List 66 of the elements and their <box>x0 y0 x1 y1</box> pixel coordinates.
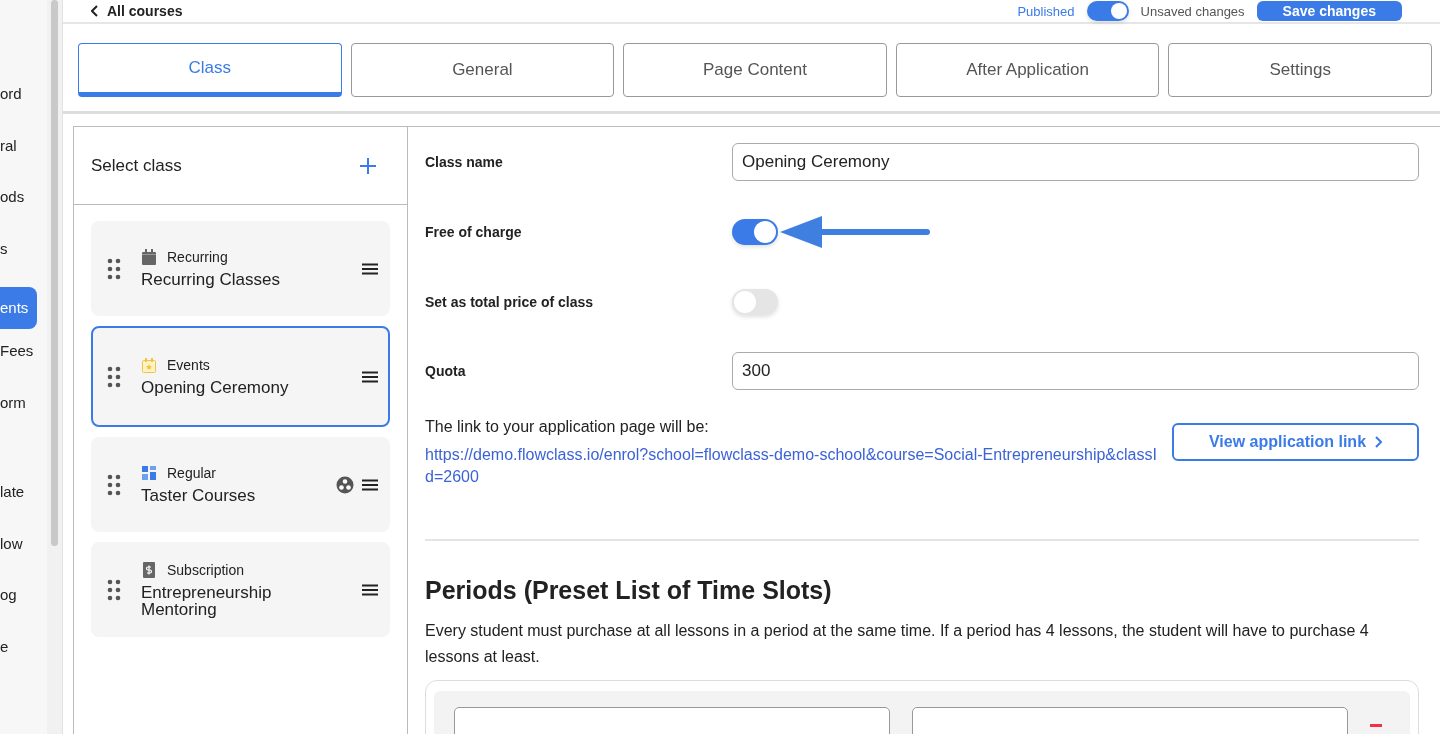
grid-icon <box>141 465 157 481</box>
sidebar-item[interactable]: Fees <box>0 337 47 389</box>
class-type: Regular <box>167 465 217 481</box>
menu-icon <box>362 583 378 596</box>
field-label: Class name <box>425 154 504 170</box>
sidebar-item[interactable]: late <box>0 478 47 530</box>
remove-icon[interactable] <box>1370 723 1382 727</box>
drag-handle-icon <box>107 473 121 496</box>
tab[interactable]: Page Content <box>623 43 887 97</box>
section-description: Every student must purchase at all lessons in a period at the same time. If a period has 4 lessons, the student will have to purchase 4 lessons at least. <box>425 621 1370 667</box>
view-link-button[interactable]: View application link <box>1172 423 1419 461</box>
drag-handle-icon <box>107 365 121 388</box>
menu-icon <box>362 478 378 491</box>
menu-icon <box>362 370 378 383</box>
drag-handle-icon <box>107 257 121 280</box>
sidebar-item[interactable]: ods <box>0 183 47 235</box>
save-button[interactable]: Save changes <box>1256 1 1402 21</box>
link-intro: The link to your application page will be: <box>425 418 710 436</box>
class-type: Recurring <box>167 249 228 265</box>
field-label: Quota <box>425 363 467 379</box>
application-url-link[interactable]: https://demo.flowclass.io/enrol?school=flowclass-demo-school&course=Social-Entrepreneurship&classId=2600 <box>425 444 1158 488</box>
tab[interactable]: After Application <box>895 43 1160 97</box>
text-field[interactable]: Opening Ceremony <box>732 143 1419 181</box>
class-card[interactable]: Subscription Entrepreneurship Mentoring <box>91 542 390 637</box>
class-type: Subscription <box>167 561 245 578</box>
date-field[interactable] <box>912 707 1348 734</box>
class-name: Taster Courses <box>141 487 257 504</box>
class-card[interactable]: Recurring Recurring Classes <box>91 221 390 316</box>
unsaved-status: Unsaved changes <box>1140 3 1245 19</box>
scrollbar[interactable] <box>51 0 58 546</box>
published-label: Published <box>1017 3 1075 19</box>
published-toggle[interactable] <box>1086 1 1129 21</box>
class-name: Recurring Classes <box>141 271 281 288</box>
sidebar-item[interactable]: s <box>0 234 47 286</box>
class-name: Opening Ceremony <box>141 379 290 396</box>
toggle-switch[interactable] <box>732 289 778 315</box>
sidebar-item[interactable]: e <box>0 632 47 684</box>
sidebar-item[interactable]: low <box>0 529 47 581</box>
calendar-icon <box>141 249 157 265</box>
sidebar-item[interactable]: ral <box>0 131 47 183</box>
tab[interactable]: General <box>350 43 615 97</box>
text-field[interactable]: 300 <box>732 352 1419 390</box>
plus-icon <box>359 156 377 175</box>
field-label: Free of charge <box>425 224 523 240</box>
back-link[interactable]: All courses <box>91 3 183 19</box>
date-field[interactable] <box>454 707 890 734</box>
receipt-icon <box>141 561 157 578</box>
tab[interactable]: Settings <box>1168 43 1432 97</box>
tab[interactable]: Class <box>78 43 342 97</box>
chevron-right-icon <box>1374 436 1383 448</box>
class-name: Entrepreneurship Mentoring <box>141 583 273 618</box>
menu-icon <box>362 262 378 275</box>
sidebar-item[interactable]: orm <box>0 388 47 440</box>
sidebar-item[interactable]: ord <box>0 80 47 132</box>
class-type: Events <box>167 357 210 373</box>
list-title: Select class <box>91 155 182 176</box>
class-card[interactable]: Regular Taster Courses <box>91 437 390 532</box>
sidebar-item[interactable]: ents <box>0 287 37 329</box>
add-button[interactable] <box>359 156 377 175</box>
drag-handle-icon <box>107 578 121 601</box>
chevron-left-icon <box>91 5 99 17</box>
toggle-switch[interactable] <box>732 219 778 245</box>
field-label: Set as total price of class <box>425 294 595 310</box>
sidebar-item[interactable]: og <box>0 581 47 633</box>
class-card[interactable]: Events Opening Ceremony <box>91 326 390 427</box>
section-heading: Periods (Preset List of Time Slots) <box>425 576 833 605</box>
